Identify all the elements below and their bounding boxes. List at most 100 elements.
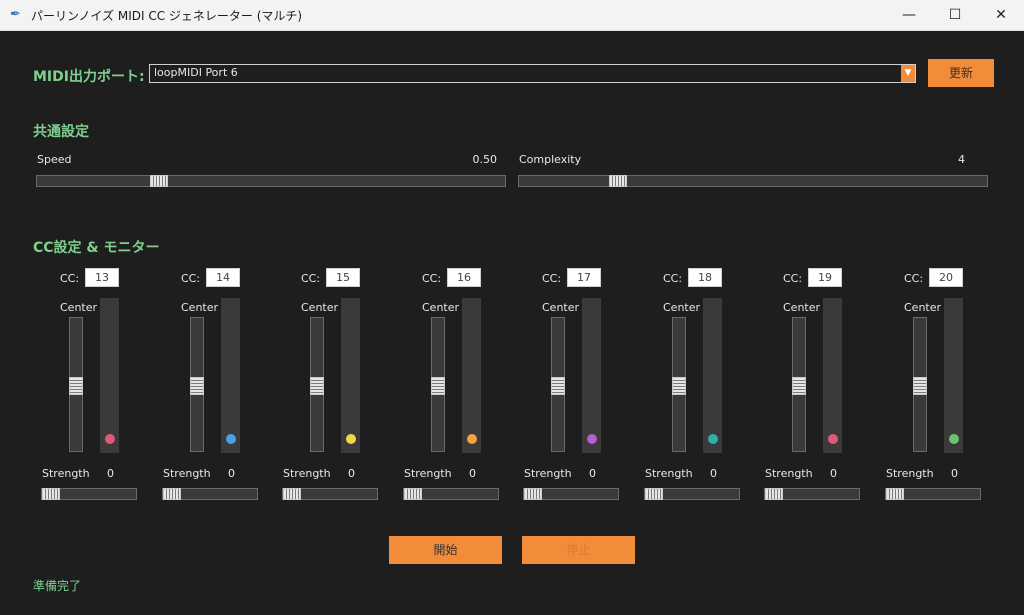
- complexity-slider[interactable]: [518, 175, 988, 187]
- cc-number-input[interactable]: 18: [688, 268, 722, 287]
- common-settings-title: 共通設定: [33, 124, 89, 140]
- strength-value: 0: [710, 467, 717, 480]
- cc-label: CC:: [663, 272, 683, 285]
- center-label: Center: [181, 301, 219, 314]
- cc-monitor: [462, 298, 481, 453]
- cc-number-input[interactable]: 17: [567, 268, 601, 287]
- monitor-dot: [708, 434, 718, 444]
- center-slider-thumb[interactable]: [69, 377, 83, 395]
- strength-slider[interactable]: [282, 488, 378, 500]
- cc-monitor: [221, 298, 240, 453]
- strength-slider[interactable]: [644, 488, 740, 500]
- monitor-dot: [346, 434, 356, 444]
- cc-label: CC:: [181, 272, 201, 285]
- complexity-slider-thumb[interactable]: [609, 175, 627, 187]
- center-slider[interactable]: [190, 317, 204, 452]
- strength-slider-thumb[interactable]: [645, 488, 663, 500]
- center-label: Center: [783, 301, 821, 314]
- center-slider[interactable]: [310, 317, 324, 452]
- strength-value: 0: [951, 467, 958, 480]
- cc-monitor: [823, 298, 842, 453]
- center-slider[interactable]: [792, 317, 806, 452]
- center-slider-thumb[interactable]: [190, 377, 204, 395]
- strength-label: Strength: [765, 467, 813, 480]
- center-label: Center: [422, 301, 460, 314]
- main-content: MIDI出力ポート: loopMIDI Port 6 ▼ 更新 共通設定 Spe…: [0, 31, 1024, 615]
- center-slider-thumb[interactable]: [672, 377, 686, 395]
- strength-slider-thumb[interactable]: [765, 488, 783, 500]
- center-label: Center: [301, 301, 339, 314]
- speed-slider[interactable]: [36, 175, 506, 187]
- cc-label: CC:: [542, 272, 562, 285]
- center-slider[interactable]: [672, 317, 686, 452]
- center-slider-thumb[interactable]: [431, 377, 445, 395]
- cc-number-input[interactable]: 20: [929, 268, 963, 287]
- strength-value: 0: [228, 467, 235, 480]
- status-text: 準備完了: [33, 579, 82, 593]
- strength-slider[interactable]: [403, 488, 499, 500]
- cc-label: CC:: [301, 272, 321, 285]
- strength-slider[interactable]: [41, 488, 137, 500]
- monitor-dot: [226, 434, 236, 444]
- center-slider-thumb[interactable]: [551, 377, 565, 395]
- strength-slider[interactable]: [764, 488, 860, 500]
- refresh-button[interactable]: 更新: [928, 59, 994, 87]
- strength-slider[interactable]: [162, 488, 258, 500]
- center-slider[interactable]: [913, 317, 927, 452]
- strength-label: Strength: [283, 467, 331, 480]
- cc-number-input[interactable]: 13: [85, 268, 119, 287]
- cc-monitor: [100, 298, 119, 453]
- center-label: Center: [60, 301, 98, 314]
- center-label: Center: [663, 301, 701, 314]
- strength-slider-thumb[interactable]: [524, 488, 542, 500]
- stop-button[interactable]: 停止: [522, 536, 635, 564]
- speed-slider-thumb[interactable]: [150, 175, 168, 187]
- center-slider-thumb[interactable]: [792, 377, 806, 395]
- chevron-down-icon[interactable]: ▼: [901, 65, 915, 82]
- strength-slider[interactable]: [885, 488, 981, 500]
- center-slider[interactable]: [69, 317, 83, 452]
- cc-label: CC:: [783, 272, 803, 285]
- midi-port-select[interactable]: loopMIDI Port 6 ▼: [149, 64, 916, 83]
- cc-monitor: [944, 298, 963, 453]
- center-slider-thumb[interactable]: [913, 377, 927, 395]
- close-button[interactable]: ✕: [978, 0, 1024, 30]
- cc-number-input[interactable]: 15: [326, 268, 360, 287]
- monitor-dot: [467, 434, 477, 444]
- strength-slider-thumb[interactable]: [404, 488, 422, 500]
- minimize-button[interactable]: —: [886, 0, 932, 30]
- window-title: パーリンノイズ MIDI CC ジェネレーター (マルチ): [31, 9, 303, 23]
- maximize-button[interactable]: ☐: [932, 0, 978, 30]
- monitor-dot: [828, 434, 838, 444]
- strength-slider-thumb[interactable]: [163, 488, 181, 500]
- complexity-value: 4: [958, 153, 965, 166]
- strength-value: 0: [348, 467, 355, 480]
- cc-label: CC:: [60, 272, 80, 285]
- monitor-dot: [105, 434, 115, 444]
- center-slider[interactable]: [551, 317, 565, 452]
- strength-value: 0: [830, 467, 837, 480]
- cc-number-input[interactable]: 16: [447, 268, 481, 287]
- center-slider-thumb[interactable]: [310, 377, 324, 395]
- strength-slider-thumb[interactable]: [42, 488, 60, 500]
- center-label: Center: [904, 301, 942, 314]
- midi-port-label: MIDI出力ポート:: [33, 69, 145, 85]
- cc-number-input[interactable]: 19: [808, 268, 842, 287]
- strength-value: 0: [469, 467, 476, 480]
- strength-label: Strength: [524, 467, 572, 480]
- start-button[interactable]: 開始: [389, 536, 502, 564]
- strength-slider-thumb[interactable]: [283, 488, 301, 500]
- cc-section-title: CC設定 & モニター: [33, 240, 160, 256]
- cc-monitor: [703, 298, 722, 453]
- speed-label: Speed: [37, 153, 72, 166]
- center-label: Center: [542, 301, 580, 314]
- center-slider[interactable]: [431, 317, 445, 452]
- strength-slider-thumb[interactable]: [886, 488, 904, 500]
- cc-label: CC:: [904, 272, 924, 285]
- strength-label: Strength: [886, 467, 934, 480]
- cc-number-input[interactable]: 14: [206, 268, 240, 287]
- strength-slider[interactable]: [523, 488, 619, 500]
- cc-label: CC:: [422, 272, 442, 285]
- monitor-dot: [587, 434, 597, 444]
- midi-port-value: loopMIDI Port 6: [154, 66, 238, 79]
